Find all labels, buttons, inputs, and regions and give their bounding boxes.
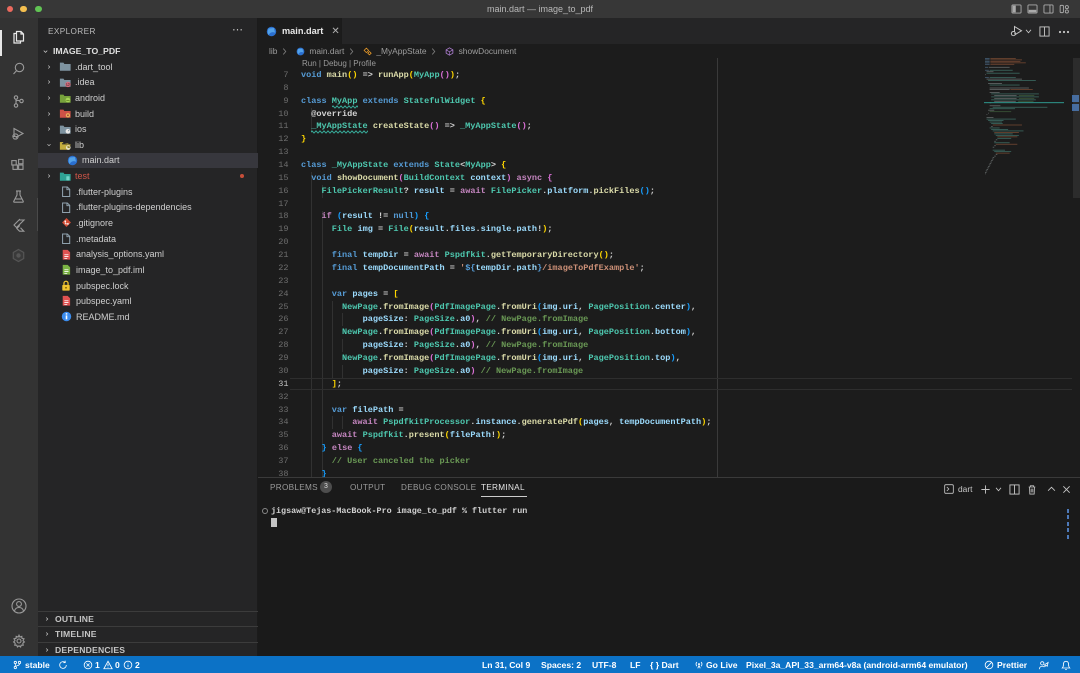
svg-text:IJ: IJ [66, 82, 69, 87]
